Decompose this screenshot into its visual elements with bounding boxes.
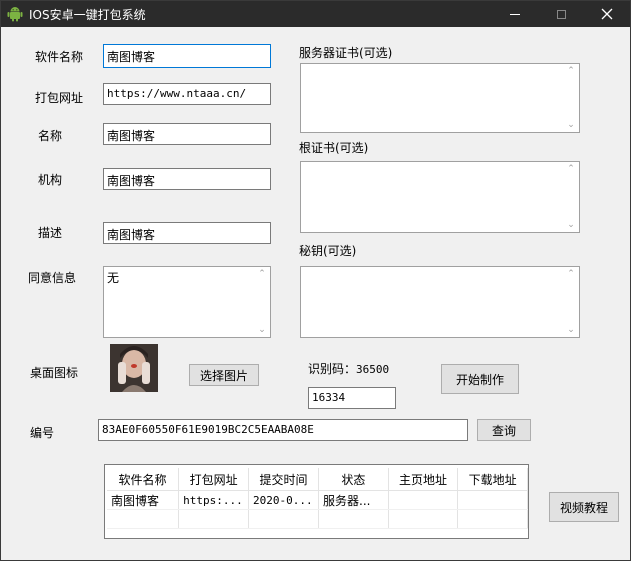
window-title: IOS安卓一键打包系统	[29, 8, 146, 22]
table-cell	[457, 490, 528, 510]
pack-url-input[interactable]: https://www.ntaaa.cn/	[103, 83, 271, 105]
results-table[interactable]: 软件名称 打包网址 提交时间 状态 主页地址 下载地址 南图博客 https:.…	[104, 464, 529, 539]
scroll-up-icon[interactable]: ⌃	[566, 269, 576, 279]
minimize-button[interactable]	[492, 1, 538, 27]
server-cert-label: 服务器证书(可选)	[299, 46, 393, 60]
close-button[interactable]	[584, 1, 630, 27]
desktop-icon-preview	[110, 344, 158, 392]
app-window: IOS安卓一键打包系统 软件名称 南图博客 打包网址 https://www.n…	[0, 0, 631, 561]
scroll-up-icon[interactable]: ⌃	[566, 66, 576, 76]
table-cell	[178, 509, 250, 529]
table-cell: 2020-0...	[248, 490, 319, 510]
table-cell	[388, 490, 459, 510]
table-cell	[388, 509, 459, 529]
query-button[interactable]: 查询	[477, 419, 531, 441]
org-label: 机构	[38, 173, 63, 187]
app-name-label: 软件名称	[35, 50, 84, 64]
secret-key-textarea[interactable]: ⌃ ⌄	[300, 266, 580, 338]
org-input[interactable]: 南图博客	[103, 168, 271, 190]
avatar-image	[110, 344, 158, 392]
code-label: 编号	[30, 426, 55, 440]
root-cert-textarea[interactable]: ⌃ ⌄	[300, 161, 580, 233]
code-input[interactable]: 83AE0F60550F61E9019BC2C5EAABA08E	[98, 419, 468, 441]
table-header-row: 软件名称 打包网址 提交时间 状态 主页地址 下载地址	[107, 468, 528, 491]
maximize-button[interactable]	[538, 1, 584, 27]
table-cell: 南图博客	[107, 490, 180, 510]
name-label: 名称	[38, 129, 63, 143]
minimize-icon	[510, 13, 520, 15]
table-cell	[457, 509, 528, 529]
table-cell: https:...	[178, 490, 250, 510]
captcha-label: 识别码：36500	[308, 360, 389, 377]
scroll-down-icon[interactable]: ⌄	[566, 120, 576, 130]
column-header[interactable]: 状态	[318, 468, 389, 491]
close-icon	[601, 8, 613, 20]
column-header[interactable]: 软件名称	[107, 468, 180, 491]
column-header[interactable]: 主页地址	[388, 468, 459, 491]
captcha-label-text: 识别码：	[308, 362, 357, 376]
table-cell	[107, 509, 180, 529]
maximize-icon	[556, 9, 566, 19]
desc-input[interactable]: 南图博客	[103, 222, 271, 244]
table-cell	[318, 509, 389, 529]
scroll-down-icon[interactable]: ⌄	[257, 325, 267, 335]
column-header[interactable]: 提交时间	[248, 468, 319, 491]
root-cert-label: 根证书(可选)	[299, 141, 369, 155]
scroll-down-icon[interactable]: ⌄	[566, 220, 576, 230]
server-cert-textarea[interactable]: ⌃ ⌄	[300, 63, 580, 133]
captcha-code: 36500	[356, 363, 390, 376]
android-icon	[7, 7, 23, 22]
secret-key-label: 秘钥(可选)	[299, 244, 357, 258]
scroll-down-icon[interactable]: ⌄	[566, 325, 576, 335]
table-row[interactable]: 南图博客 https:... 2020-0... 服务器...	[107, 490, 528, 510]
choose-image-button[interactable]: 选择图片	[189, 364, 259, 386]
consent-textarea[interactable]: 无 ⌃ ⌄	[103, 266, 271, 338]
column-header[interactable]: 下载地址	[457, 468, 528, 491]
scroll-up-icon[interactable]: ⌃	[257, 269, 267, 279]
name-input[interactable]: 南图博客	[103, 123, 271, 145]
consent-text: 无	[107, 271, 120, 285]
video-tutorial-button[interactable]: 视频教程	[549, 492, 619, 522]
table-cell	[248, 509, 319, 529]
scroll-up-icon[interactable]: ⌃	[566, 164, 576, 174]
captcha-input[interactable]: 16334	[308, 387, 396, 409]
title-bar[interactable]: IOS安卓一键打包系统	[1, 1, 630, 27]
table-row-empty	[107, 509, 528, 529]
consent-label: 同意信息	[28, 271, 77, 285]
column-header[interactable]: 打包网址	[178, 468, 250, 491]
app-name-input[interactable]: 南图博客	[103, 44, 271, 68]
desc-label: 描述	[38, 226, 63, 240]
table-cell: 服务器...	[318, 490, 389, 510]
start-build-button[interactable]: 开始制作	[441, 364, 519, 394]
desktop-icon-label: 桌面图标	[30, 366, 79, 380]
pack-url-label: 打包网址	[35, 91, 84, 105]
